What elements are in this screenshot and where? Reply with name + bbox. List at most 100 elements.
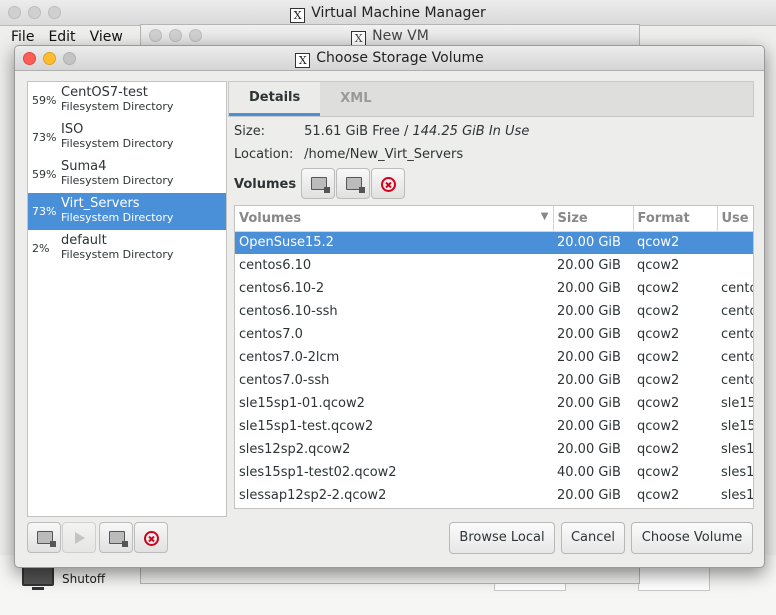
table-row[interactable]: centos7.0-2lcm 20.00 GiB qcow2 cento	[235, 346, 753, 369]
column-header-label: Volumes	[239, 210, 302, 226]
table-row[interactable]: OpenSuse15.2 20.00 GiB qcow2	[235, 231, 753, 254]
pool-usage-percent: 59%	[32, 168, 57, 181]
add-pool-button[interactable]	[27, 522, 61, 553]
volume-name: sle15sp1-01.qcow2	[239, 396, 365, 411]
pool-usage-percent: 2%	[32, 242, 50, 255]
add-pool-icon	[37, 531, 56, 547]
stop-pool-button[interactable]	[99, 522, 133, 553]
delete-volume-button[interactable]	[371, 168, 405, 199]
size-row: Size: 51.61 GiB Free / 144.25 GiB In Use	[234, 124, 529, 139]
pool-name: ISO	[61, 122, 84, 137]
volume-format: qcow2	[637, 258, 680, 273]
volume-used-by: sle15	[721, 419, 754, 434]
volume-format: qcow2	[637, 465, 680, 480]
start-pool-button[interactable]	[62, 522, 96, 553]
x11-icon: X	[290, 8, 306, 23]
volume-format: qcow2	[637, 488, 680, 503]
volume-size: 20.00 GiB	[557, 373, 621, 388]
delete-icon	[144, 531, 159, 546]
volume-size: 20.00 GiB	[557, 327, 621, 342]
pool-name: Suma4	[61, 159, 107, 174]
volume-format: qcow2	[637, 327, 680, 342]
volumes-table: Volumes ▼ Size Format Use OpenSuse15.2 20.…	[234, 205, 754, 509]
pool-row-suma4[interactable]: 59% Suma4 Filesystem Directory	[28, 156, 226, 193]
tab-bar: Details XML	[228, 81, 754, 117]
column-header-format[interactable]: Format	[633, 206, 718, 232]
choose-volume-button[interactable]: Choose Volume	[631, 522, 753, 554]
location-label: Location:	[234, 147, 294, 162]
pool-type: Filesystem Directory	[61, 211, 174, 224]
volume-used-by	[717, 231, 753, 254]
volume-name: sles12sp2.qcow2	[239, 442, 351, 457]
table-row[interactable]: sles12sp2.qcow2 20.00 GiB qcow2 sles1	[235, 438, 754, 461]
volume-used-by: cento	[721, 304, 754, 319]
new-vm-titlebar: X New VM	[141, 25, 639, 47]
delete-pool-button[interactable]	[134, 522, 168, 553]
vm-status-text: Shutoff	[62, 572, 106, 586]
volume-used-by: cento	[721, 373, 754, 388]
pool-type: Filesystem Directory	[61, 137, 174, 150]
volume-used-by: cento	[721, 327, 754, 342]
volume-name: OpenSuse15.2	[235, 231, 553, 254]
pool-row-default[interactable]: 2% default Filesystem Directory	[28, 230, 226, 267]
volume-name: centos7.0-ssh	[239, 373, 330, 388]
table-row[interactable]: sle15sp1-01.qcow2 20.00 GiB qcow2 sle15	[235, 392, 753, 415]
tab-xml[interactable]: XML	[320, 82, 391, 116]
volume-name: centos7.0	[239, 327, 303, 342]
browse-local-button[interactable]: Browse Local	[449, 522, 555, 554]
maximize-window-button[interactable]	[63, 52, 76, 65]
location-row: Location: /home/New_Virt_Servers	[234, 147, 463, 162]
x11-icon: X	[351, 31, 367, 46]
volume-format: qcow2	[637, 396, 680, 411]
table-row[interactable]: sles15sp1-test02.qcow2 40.00 GiB qcow2 sles…	[235, 461, 754, 484]
x11-icon: X	[295, 53, 311, 68]
table-row[interactable]: centos6.10 20.00 GiB qcow2	[235, 254, 753, 277]
volume-format: qcow2	[637, 373, 680, 388]
size-free: 51.61 GiB Free /	[304, 124, 409, 139]
table-row[interactable]: sle15sp1-test.qcow2 20.00 GiB qcow2 sle15	[235, 415, 754, 438]
table-row[interactable]: centos6.10-ssh 20.00 GiB qcow2 cento	[235, 300, 754, 323]
pool-type: Filesystem Directory	[61, 100, 174, 113]
volume-used-by: cento	[721, 281, 754, 296]
pool-icon	[109, 531, 128, 547]
location-value: /home/New_Virt_Servers	[304, 147, 464, 162]
volume-size: 40.00 GiB	[557, 465, 621, 480]
column-header-use[interactable]: Use	[717, 206, 753, 232]
table-row[interactable]: slessap12sp2-2.qcow2 20.00 GiB qcow2 sles1	[235, 484, 753, 507]
tab-details[interactable]: Details	[229, 82, 321, 116]
volume-icon	[346, 177, 365, 193]
minimize-window-button[interactable]	[43, 52, 56, 65]
dialog-title: Choose Storage Volume	[316, 50, 484, 66]
pool-name: Virt_Servers	[61, 196, 140, 211]
new-vm-window-controls[interactable]	[149, 29, 202, 42]
close-window-button[interactable]	[23, 52, 36, 65]
cancel-button[interactable]: Cancel	[561, 522, 625, 554]
pool-type: Filesystem Directory	[61, 174, 174, 187]
pool-row-centos7-test[interactable]: 59% CentOS7-test Filesystem Directory	[28, 82, 226, 119]
volume-used-by	[717, 254, 753, 277]
volume-format: qcow2	[637, 350, 680, 365]
dialog-titlebar: X Choose Storage Volume	[15, 46, 764, 71]
volume-size: 20.00 GiB	[557, 488, 621, 503]
volume-used-by: sles1	[721, 465, 754, 480]
usage-graph	[638, 567, 710, 591]
volume-size: 20.00 GiB	[557, 304, 621, 319]
vmm-window-controls[interactable]	[8, 6, 61, 19]
create-volume-button[interactable]	[301, 168, 335, 199]
volumes-label: Volumes	[234, 177, 297, 192]
column-header-size[interactable]: Size	[553, 206, 634, 232]
pool-name: CentOS7-test	[61, 85, 148, 100]
table-row[interactable]: centos6.10-2 20.00 GiB qcow2 cento	[235, 277, 754, 300]
pool-row-virt-servers[interactable]: 73% Virt_Servers Filesystem Directory	[28, 193, 226, 230]
refresh-volumes-button[interactable]	[336, 168, 370, 199]
pool-row-iso[interactable]: 73% ISO Filesystem Directory	[28, 119, 226, 156]
volume-size: 20.00 GiB	[557, 396, 621, 411]
table-header-row: Volumes ▼ Size Format Use	[235, 206, 753, 232]
vmm-title: Virtual Machine Manager	[311, 5, 486, 21]
column-header-volumes[interactable]: Volumes ▼	[235, 206, 554, 232]
volume-size: 20.00 GiB	[557, 281, 621, 296]
table-row[interactable]: centos7.0 20.00 GiB qcow2 cento	[235, 323, 754, 346]
sort-descending-icon: ▼	[540, 210, 549, 222]
volume-used-by: sles1	[721, 442, 754, 457]
table-row[interactable]: centos7.0-ssh 20.00 GiB qcow2 cento	[235, 369, 754, 392]
